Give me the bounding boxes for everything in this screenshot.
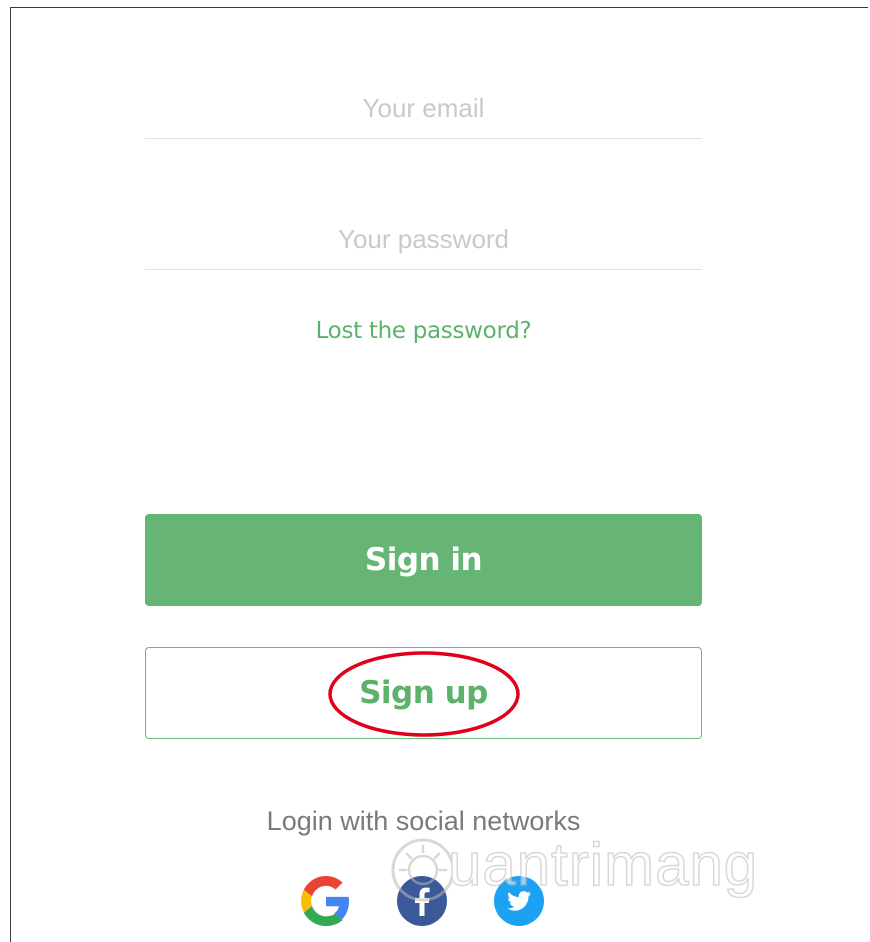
facebook-login-button[interactable] xyxy=(397,876,447,926)
password-field-wrapper xyxy=(145,209,702,270)
social-login-label: Login with social networks xyxy=(266,806,581,836)
email-field-wrapper xyxy=(145,78,702,139)
facebook-icon xyxy=(397,876,447,926)
lost-password-link[interactable]: Lost the password? xyxy=(145,318,702,344)
google-icon xyxy=(301,876,350,926)
login-panel xyxy=(10,7,868,942)
password-input[interactable] xyxy=(145,209,702,269)
twitter-login-button[interactable] xyxy=(494,876,544,926)
email-input[interactable] xyxy=(145,78,702,138)
google-login-button[interactable] xyxy=(301,876,351,926)
sign-up-button[interactable]: Sign up xyxy=(145,647,702,739)
twitter-icon xyxy=(494,876,544,926)
sign-in-button[interactable]: Sign in xyxy=(145,514,702,606)
